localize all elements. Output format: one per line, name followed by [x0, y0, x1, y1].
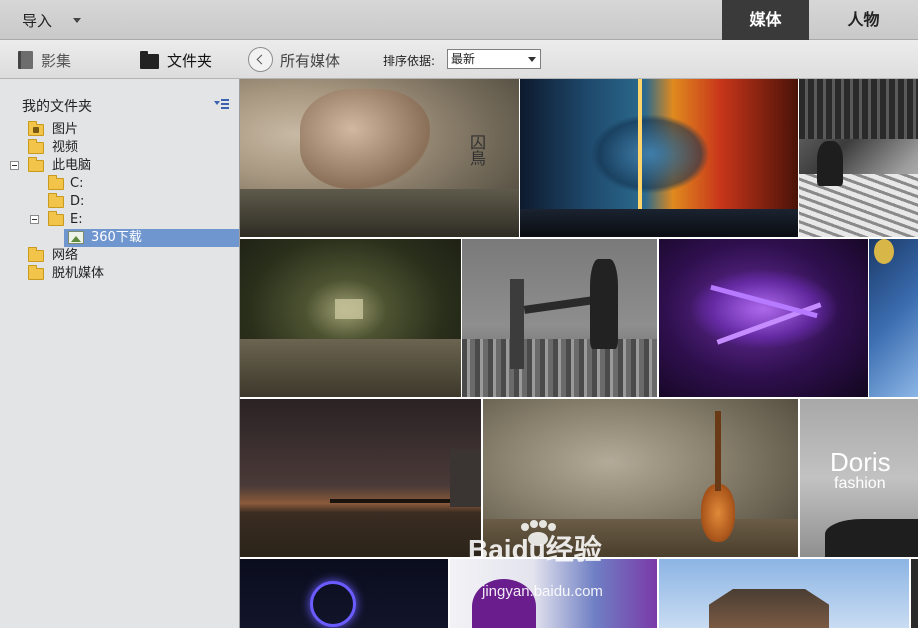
folder-icon [28, 265, 44, 280]
media-thumbnail-doris-fashion[interactable]: Doris fashion [800, 399, 918, 557]
media-thumbnail-purple-plant[interactable] [659, 239, 868, 397]
folder-icon [140, 51, 159, 69]
media-thumbnail-guitar-wall[interactable] [483, 399, 798, 557]
media-grid: 囚鳥 Doris fashion [240, 79, 918, 628]
tab-media[interactable]: 媒体 [722, 0, 809, 40]
tree-item-label: 360下载 [91, 230, 142, 245]
tree-item-this-pc[interactable]: 此电脑 [8, 157, 228, 175]
tree-item-pictures[interactable]: 图片 [26, 121, 226, 139]
image-folder-icon [68, 231, 84, 244]
tree-item-label: C: [70, 176, 84, 191]
folder-icon [48, 193, 64, 208]
section-title: 我的文件夹 [22, 99, 92, 115]
folder-icon [28, 157, 44, 172]
tree-item-label: 网络 [52, 248, 79, 263]
media-thumbnail-purple-woman[interactable] [450, 559, 657, 628]
media-thumbnail-woman-sleeping[interactable]: 囚鳥 [240, 79, 519, 237]
top-toolbar: 导入 媒体 人物 [0, 0, 918, 40]
media-thumbnail-dusk-horses[interactable] [240, 399, 481, 557]
sort-value: 最新 [451, 52, 476, 66]
tree-item-offline-media[interactable]: 脱机媒体 [26, 265, 226, 283]
tab-people[interactable]: 人物 [809, 0, 918, 40]
back-icon[interactable] [248, 47, 273, 72]
image-overlay-text: 囚鳥 [470, 133, 487, 168]
content-header: 所有媒体 排序依据: 最新 [240, 40, 918, 79]
import-button[interactable]: 导入 [22, 10, 52, 31]
image-overlay-subtext: fashion [834, 475, 886, 492]
media-thumbnail-pagoda[interactable] [659, 559, 909, 628]
tree-item-label: E: [70, 212, 83, 227]
import-dropdown-caret-icon[interactable] [73, 18, 81, 23]
tab-folders-label: 文件夹 [167, 52, 213, 70]
sort-label: 排序依据: [383, 54, 436, 68]
pictures-folder-icon [28, 121, 44, 136]
media-thumbnail-forest-path[interactable] [240, 239, 461, 397]
media-thumbnail-blue-water[interactable] [869, 239, 918, 397]
folder-icon [48, 211, 64, 226]
collapse-icon[interactable] [30, 215, 39, 224]
tree-item-label: 视频 [52, 140, 79, 155]
tree-item-label: 脱机媒体 [52, 266, 105, 281]
tree-item-videos[interactable]: 视频 [26, 139, 226, 157]
tree-item-label: 图片 [52, 122, 79, 137]
folder-icon [48, 175, 64, 190]
tree-item-drive-e[interactable]: E: [28, 211, 228, 229]
tree-item-drive-d[interactable]: D: [46, 193, 226, 211]
image-overlay-text: Doris [830, 447, 891, 477]
chevron-down-icon [528, 57, 536, 62]
tree-item-360-downloads[interactable]: 360下载 [64, 229, 239, 247]
media-thumbnail-dark-edge[interactable] [911, 559, 918, 628]
tree-item-label: D: [70, 194, 85, 209]
tree-item-network[interactable]: 网络 [26, 247, 226, 265]
media-thumbnail-kick-city[interactable] [462, 239, 657, 397]
tree-view-menu-icon[interactable] [214, 98, 230, 110]
media-thumbnail-fire-ice-tree[interactable] [520, 79, 798, 237]
media-thumbnail-bookstore-man[interactable] [799, 79, 918, 237]
tab-albums[interactable]: 影集 [18, 50, 71, 71]
sidebar: 影集 文件夹 我的文件夹 图片 视频 此电脑 C: D: E: 360下载 网络… [0, 40, 240, 628]
media-thumbnail-ferris-wheel[interactable] [240, 559, 448, 628]
tab-albums-label: 影集 [41, 52, 72, 70]
collapse-icon[interactable] [10, 161, 19, 170]
album-icon [18, 51, 33, 69]
breadcrumb: 所有媒体 [280, 52, 341, 70]
tab-folders[interactable]: 文件夹 [140, 50, 212, 71]
sort-dropdown[interactable]: 最新 [447, 49, 541, 69]
tree-item-label: 此电脑 [52, 158, 92, 173]
folder-icon [28, 247, 44, 262]
sidebar-tabs: 影集 文件夹 [0, 40, 240, 79]
folder-icon [28, 139, 44, 154]
tree-item-drive-c[interactable]: C: [46, 175, 226, 193]
